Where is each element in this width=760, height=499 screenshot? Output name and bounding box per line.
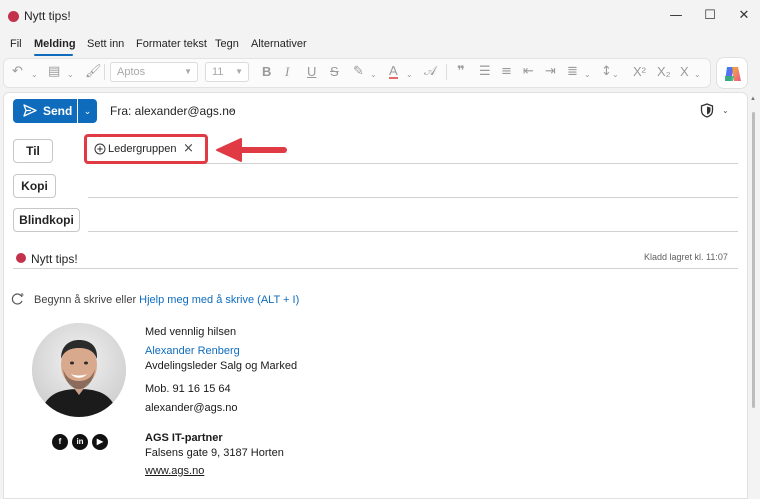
title-bar: Nytt tips! — ☐ ✕ xyxy=(0,0,760,33)
decrease-indent-icon[interactable]: ⇤ xyxy=(523,64,534,79)
superscript-icon[interactable]: X² xyxy=(633,64,646,79)
subscript-icon[interactable]: X₂ xyxy=(657,64,671,79)
menu-sett-inn[interactable]: Sett inn xyxy=(87,38,124,50)
subject-field[interactable]: Nytt tips! xyxy=(31,252,78,266)
shield-icon xyxy=(700,103,714,118)
annotation-arrow xyxy=(216,138,287,162)
expand-group-icon[interactable] xyxy=(94,143,106,155)
sensitivity-button[interactable] xyxy=(700,103,714,121)
cc-field[interactable] xyxy=(88,197,738,198)
align-icon[interactable]: ≣ xyxy=(567,64,578,79)
undo-icon[interactable]: ↶ xyxy=(12,64,23,79)
to-button[interactable]: Til xyxy=(13,139,53,163)
signature-name: Alexander Renberg xyxy=(145,345,240,357)
numbered-list-icon[interactable]: ≡ xyxy=(501,64,512,79)
recipient-chip-label: Ledergruppen xyxy=(108,143,177,155)
highlight-icon[interactable]: ✎ xyxy=(353,64,364,79)
chevron-down-icon[interactable]: ⌄ xyxy=(722,106,729,115)
chevron-down-icon[interactable]: ⌄ xyxy=(228,104,236,115)
align-dropdown-icon[interactable]: ⌄ xyxy=(584,67,591,82)
font-name-select[interactable]: Aptos ▼ xyxy=(110,62,198,82)
help-me-write-link[interactable]: Hjelp meg med å skrive (ALT + I) xyxy=(139,294,299,306)
signature-website-link[interactable]: www.ags.no xyxy=(145,465,204,477)
copilot-button[interactable] xyxy=(716,57,748,89)
signature-mobile: Mob. 91 16 15 64 xyxy=(145,383,231,395)
chevron-down-icon: ▼ xyxy=(184,67,192,76)
bcc-button[interactable]: Blindkopi xyxy=(13,208,80,232)
remove-recipient-icon[interactable]: × xyxy=(183,141,194,156)
strikethrough-icon[interactable]: S xyxy=(330,64,339,79)
chevron-down-icon: ⌄ xyxy=(83,106,92,116)
paste-icon[interactable]: ▤ xyxy=(48,64,60,79)
signature-company: AGS IT-partner xyxy=(145,432,223,444)
font-size-value: 11 xyxy=(212,66,224,78)
scrollbar-thumb[interactable] xyxy=(752,112,755,408)
ribbon-separator xyxy=(446,64,447,80)
copilot-icon xyxy=(725,67,741,81)
close-button[interactable]: ✕ xyxy=(734,6,754,26)
font-name-value: Aptos xyxy=(117,66,146,78)
quote-icon[interactable]: ❞ xyxy=(457,64,465,79)
send-label: Send xyxy=(43,104,73,118)
undo-dropdown-icon[interactable]: ⌄ xyxy=(31,67,38,82)
menu-fil[interactable]: Fil xyxy=(10,38,22,50)
copilot-draft-icon xyxy=(11,293,24,305)
ribbon-toolbar: ↶ ⌄ ▤ ⌄ 🖌 Aptos ▼ 11 ▼ B I U S ✎ ⌄ A ⌄ 𝒜… xyxy=(0,56,760,89)
profile-photo xyxy=(32,323,126,417)
italic-icon[interactable]: I xyxy=(285,64,289,79)
cc-button[interactable]: Kopi xyxy=(13,174,56,198)
line-spacing-dropdown-icon[interactable]: ⌄ xyxy=(612,67,619,82)
signature-address: Falsens gate 9, 3187 Horten xyxy=(145,447,284,459)
bcc-field[interactable] xyxy=(88,231,738,232)
ribbon-separator xyxy=(104,64,105,80)
chevron-down-icon: ▼ xyxy=(235,67,243,76)
more-formatting-dropdown-icon[interactable]: ⌄ xyxy=(694,67,701,82)
draft-saved-status: Kladd lagret kl. 11:07 xyxy=(644,252,728,262)
avatar xyxy=(32,323,126,417)
scroll-up-icon[interactable]: ▲ xyxy=(750,96,756,102)
menu-formater-tekst[interactable]: Formater tekst xyxy=(136,38,207,50)
menu-alternativer[interactable]: Alternativer xyxy=(251,38,307,50)
linkedin-icon[interactable]: in xyxy=(72,434,88,450)
facebook-icon[interactable]: f xyxy=(52,434,68,450)
maximize-button[interactable]: ☐ xyxy=(700,6,720,26)
bullet-list-icon[interactable]: ☰ xyxy=(479,64,491,79)
menu-melding[interactable]: Melding xyxy=(34,38,76,50)
from-account[interactable]: Fra: alexander@ags.no xyxy=(110,104,236,118)
menu-bar: Fil Melding Sett inn Formater tekst Tegn… xyxy=(0,33,760,55)
font-color-dropdown-icon[interactable]: ⌄ xyxy=(406,67,413,82)
signature-role: Avdelingsleder Salg og Marked xyxy=(145,360,298,372)
subject-divider xyxy=(13,268,738,269)
draft-prompt-text: Begynn å skrive eller xyxy=(34,294,140,306)
draft-status-icon xyxy=(16,253,26,263)
send-options-button[interactable]: ⌄ xyxy=(78,99,97,123)
highlight-dropdown-icon[interactable]: ⌄ xyxy=(370,67,377,82)
format-painter-icon[interactable]: 🖌 xyxy=(85,64,102,79)
font-size-select[interactable]: 11 ▼ xyxy=(205,62,249,82)
text-effects-icon[interactable]: 𝒜 xyxy=(424,64,436,79)
send-button[interactable]: Send xyxy=(13,99,77,123)
menu-tegn[interactable]: Tegn xyxy=(215,38,239,50)
font-color-icon[interactable]: A xyxy=(389,64,398,79)
draft-prompt[interactable]: Begynn å skrive eller Hjelp meg med å sk… xyxy=(34,294,299,306)
send-icon xyxy=(23,104,37,117)
window-title: Nytt tips! xyxy=(24,9,71,23)
clear-formatting-icon[interactable]: X xyxy=(680,64,689,79)
minimize-button[interactable]: — xyxy=(666,6,686,26)
increase-indent-icon[interactable]: ⇥ xyxy=(545,64,556,79)
youtube-icon[interactable]: ▶ xyxy=(92,434,108,450)
underline-icon[interactable]: U xyxy=(307,64,316,79)
bold-icon[interactable]: B xyxy=(262,64,271,79)
line-spacing-icon[interactable]: ↕ xyxy=(601,64,612,79)
paste-dropdown-icon[interactable]: ⌄ xyxy=(67,67,74,82)
signature-email[interactable]: alexander@ags.no xyxy=(145,402,238,414)
draft-status-icon xyxy=(8,11,19,22)
signature-greeting: Med vennlig hilsen xyxy=(145,326,237,338)
